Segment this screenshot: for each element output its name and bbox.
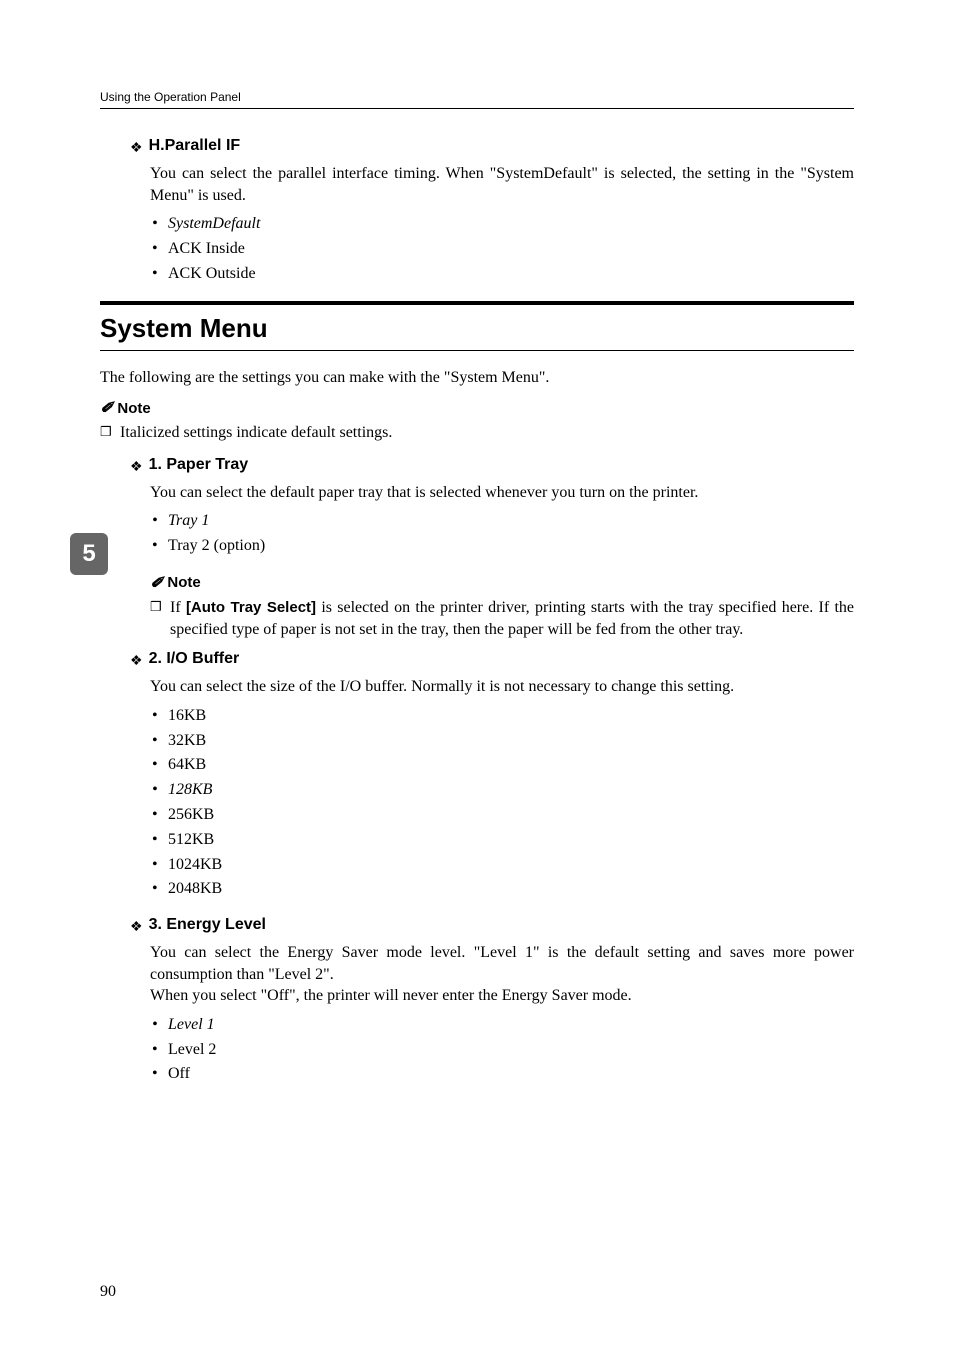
list-item: 2048KB bbox=[150, 877, 854, 902]
note-marker-icon: ❒ bbox=[100, 422, 120, 442]
papertray-desc: You can select the default paper tray th… bbox=[150, 482, 854, 504]
hparallel-title: H.Parallel IF bbox=[149, 137, 241, 155]
note-prefix: If bbox=[170, 599, 186, 616]
diamond-icon: ❖ bbox=[130, 456, 143, 476]
note-item: ❒ If [Auto Tray Select] is selected on t… bbox=[150, 597, 854, 640]
system-menu-heading: System Menu bbox=[100, 301, 854, 351]
note-bold: [Auto Tray Select] bbox=[186, 599, 316, 616]
diamond-icon: ❖ bbox=[130, 137, 143, 157]
energy-list: Level 1 Level 2 Off bbox=[150, 1013, 854, 1087]
list-item: 32KB bbox=[150, 729, 854, 754]
papertray-list: Tray 1 Tray 2 (option) bbox=[150, 509, 854, 559]
list-item: ACK Inside bbox=[150, 237, 854, 262]
list-item: Level 1 bbox=[150, 1013, 854, 1038]
energy-title: 3. Energy Level bbox=[149, 916, 266, 934]
note-text: Italicized settings indicate default set… bbox=[120, 422, 854, 444]
iobuffer-list: 16KB 32KB 64KB 128KB 256KB 512KB 1024KB … bbox=[150, 704, 854, 902]
note-label: Note bbox=[167, 574, 200, 591]
list-item: SystemDefault bbox=[150, 212, 854, 237]
note-heading: ✐ Note bbox=[150, 573, 854, 593]
pen-icon: ✐ bbox=[150, 573, 163, 593]
iobuffer-desc: You can select the size of the I/O buffe… bbox=[150, 676, 854, 698]
page-number: 90 bbox=[100, 1283, 116, 1301]
list-item: 64KB bbox=[150, 753, 854, 778]
list-item: Level 2 bbox=[150, 1038, 854, 1063]
list-item: Tray 1 bbox=[150, 509, 854, 534]
list-item: 128KB bbox=[150, 778, 854, 803]
hparallel-list: SystemDefault ACK Inside ACK Outside bbox=[150, 212, 854, 286]
energy-heading: ❖ 3. Energy Level bbox=[130, 916, 854, 936]
list-item: 512KB bbox=[150, 828, 854, 853]
note-item: ❒ Italicized settings indicate default s… bbox=[100, 422, 854, 444]
hparallel-desc: You can select the parallel interface ti… bbox=[150, 163, 854, 206]
running-header: Using the Operation Panel bbox=[100, 90, 854, 109]
papertray-title: 1. Paper Tray bbox=[149, 456, 249, 474]
energy-desc2: When you select "Off", the printer will … bbox=[150, 985, 854, 1007]
note-heading: ✐ Note bbox=[100, 398, 854, 418]
list-item: Off bbox=[150, 1062, 854, 1087]
diamond-icon: ❖ bbox=[130, 916, 143, 936]
iobuffer-title: 2. I/O Buffer bbox=[149, 650, 240, 668]
list-item: 256KB bbox=[150, 803, 854, 828]
chapter-tab: 5 bbox=[70, 533, 108, 575]
list-item: 1024KB bbox=[150, 853, 854, 878]
diamond-icon: ❖ bbox=[130, 650, 143, 670]
note-marker-icon: ❒ bbox=[150, 597, 170, 617]
list-item: ACK Outside bbox=[150, 262, 854, 287]
note-text: If [Auto Tray Select] is selected on the… bbox=[170, 597, 854, 640]
papertray-heading: ❖ 1. Paper Tray bbox=[130, 456, 854, 476]
pen-icon: ✐ bbox=[100, 398, 113, 418]
list-item: Tray 2 (option) bbox=[150, 534, 854, 559]
system-menu-intro: The following are the settings you can m… bbox=[100, 367, 854, 389]
note-label: Note bbox=[117, 400, 150, 417]
hparallel-heading: ❖ H.Parallel IF bbox=[130, 137, 854, 157]
list-item: 16KB bbox=[150, 704, 854, 729]
main-content: ❖ H.Parallel IF You can select the paral… bbox=[100, 137, 854, 1087]
energy-desc1: You can select the Energy Saver mode lev… bbox=[150, 942, 854, 985]
iobuffer-heading: ❖ 2. I/O Buffer bbox=[130, 650, 854, 670]
